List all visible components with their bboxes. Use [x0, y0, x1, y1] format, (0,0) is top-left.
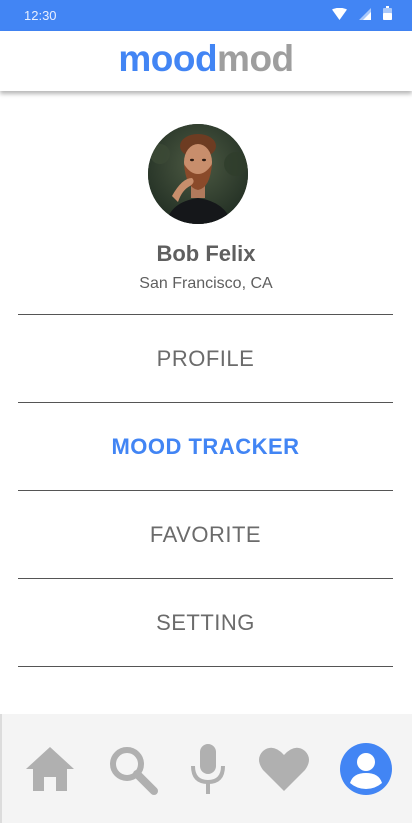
- status-time: 12:30: [24, 8, 57, 23]
- profile-avatar: [148, 124, 248, 224]
- app-logo: moodmod: [0, 37, 412, 81]
- status-bar: 12:30: [0, 0, 412, 31]
- home-icon[interactable]: [23, 742, 77, 796]
- menu-divider: [18, 666, 393, 667]
- microphone-icon[interactable]: [181, 742, 235, 796]
- battery-icon: [383, 6, 392, 25]
- menu-item-setting[interactable]: SETTING: [18, 578, 393, 666]
- profile-name: Bob Felix: [156, 241, 256, 266]
- profile-location: San Francisco, CA: [139, 275, 273, 292]
- logo-mod: mod: [217, 38, 294, 79]
- menu-item-profile[interactable]: PROFILE: [18, 314, 393, 402]
- status-icons: [332, 6, 392, 25]
- menu-item-favorite[interactable]: FAVORITE: [18, 490, 393, 578]
- side-menu: PROFILE MOOD TRACKER FAVORITE SETTING: [18, 314, 393, 667]
- heart-icon[interactable]: [257, 742, 311, 796]
- logo-mood: mood: [118, 38, 218, 79]
- app-bar: moodmod: [0, 31, 412, 91]
- bottom-nav: [0, 714, 412, 823]
- signal-icon: [359, 7, 371, 25]
- profile-screen: 12:30 moodmod Bob Felix San Francisco, C…: [0, 0, 412, 823]
- wifi-icon: [332, 7, 347, 25]
- account-icon[interactable]: [339, 742, 393, 796]
- menu-item-mood-tracker[interactable]: MOOD TRACKER: [18, 402, 393, 490]
- search-icon[interactable]: [105, 742, 159, 796]
